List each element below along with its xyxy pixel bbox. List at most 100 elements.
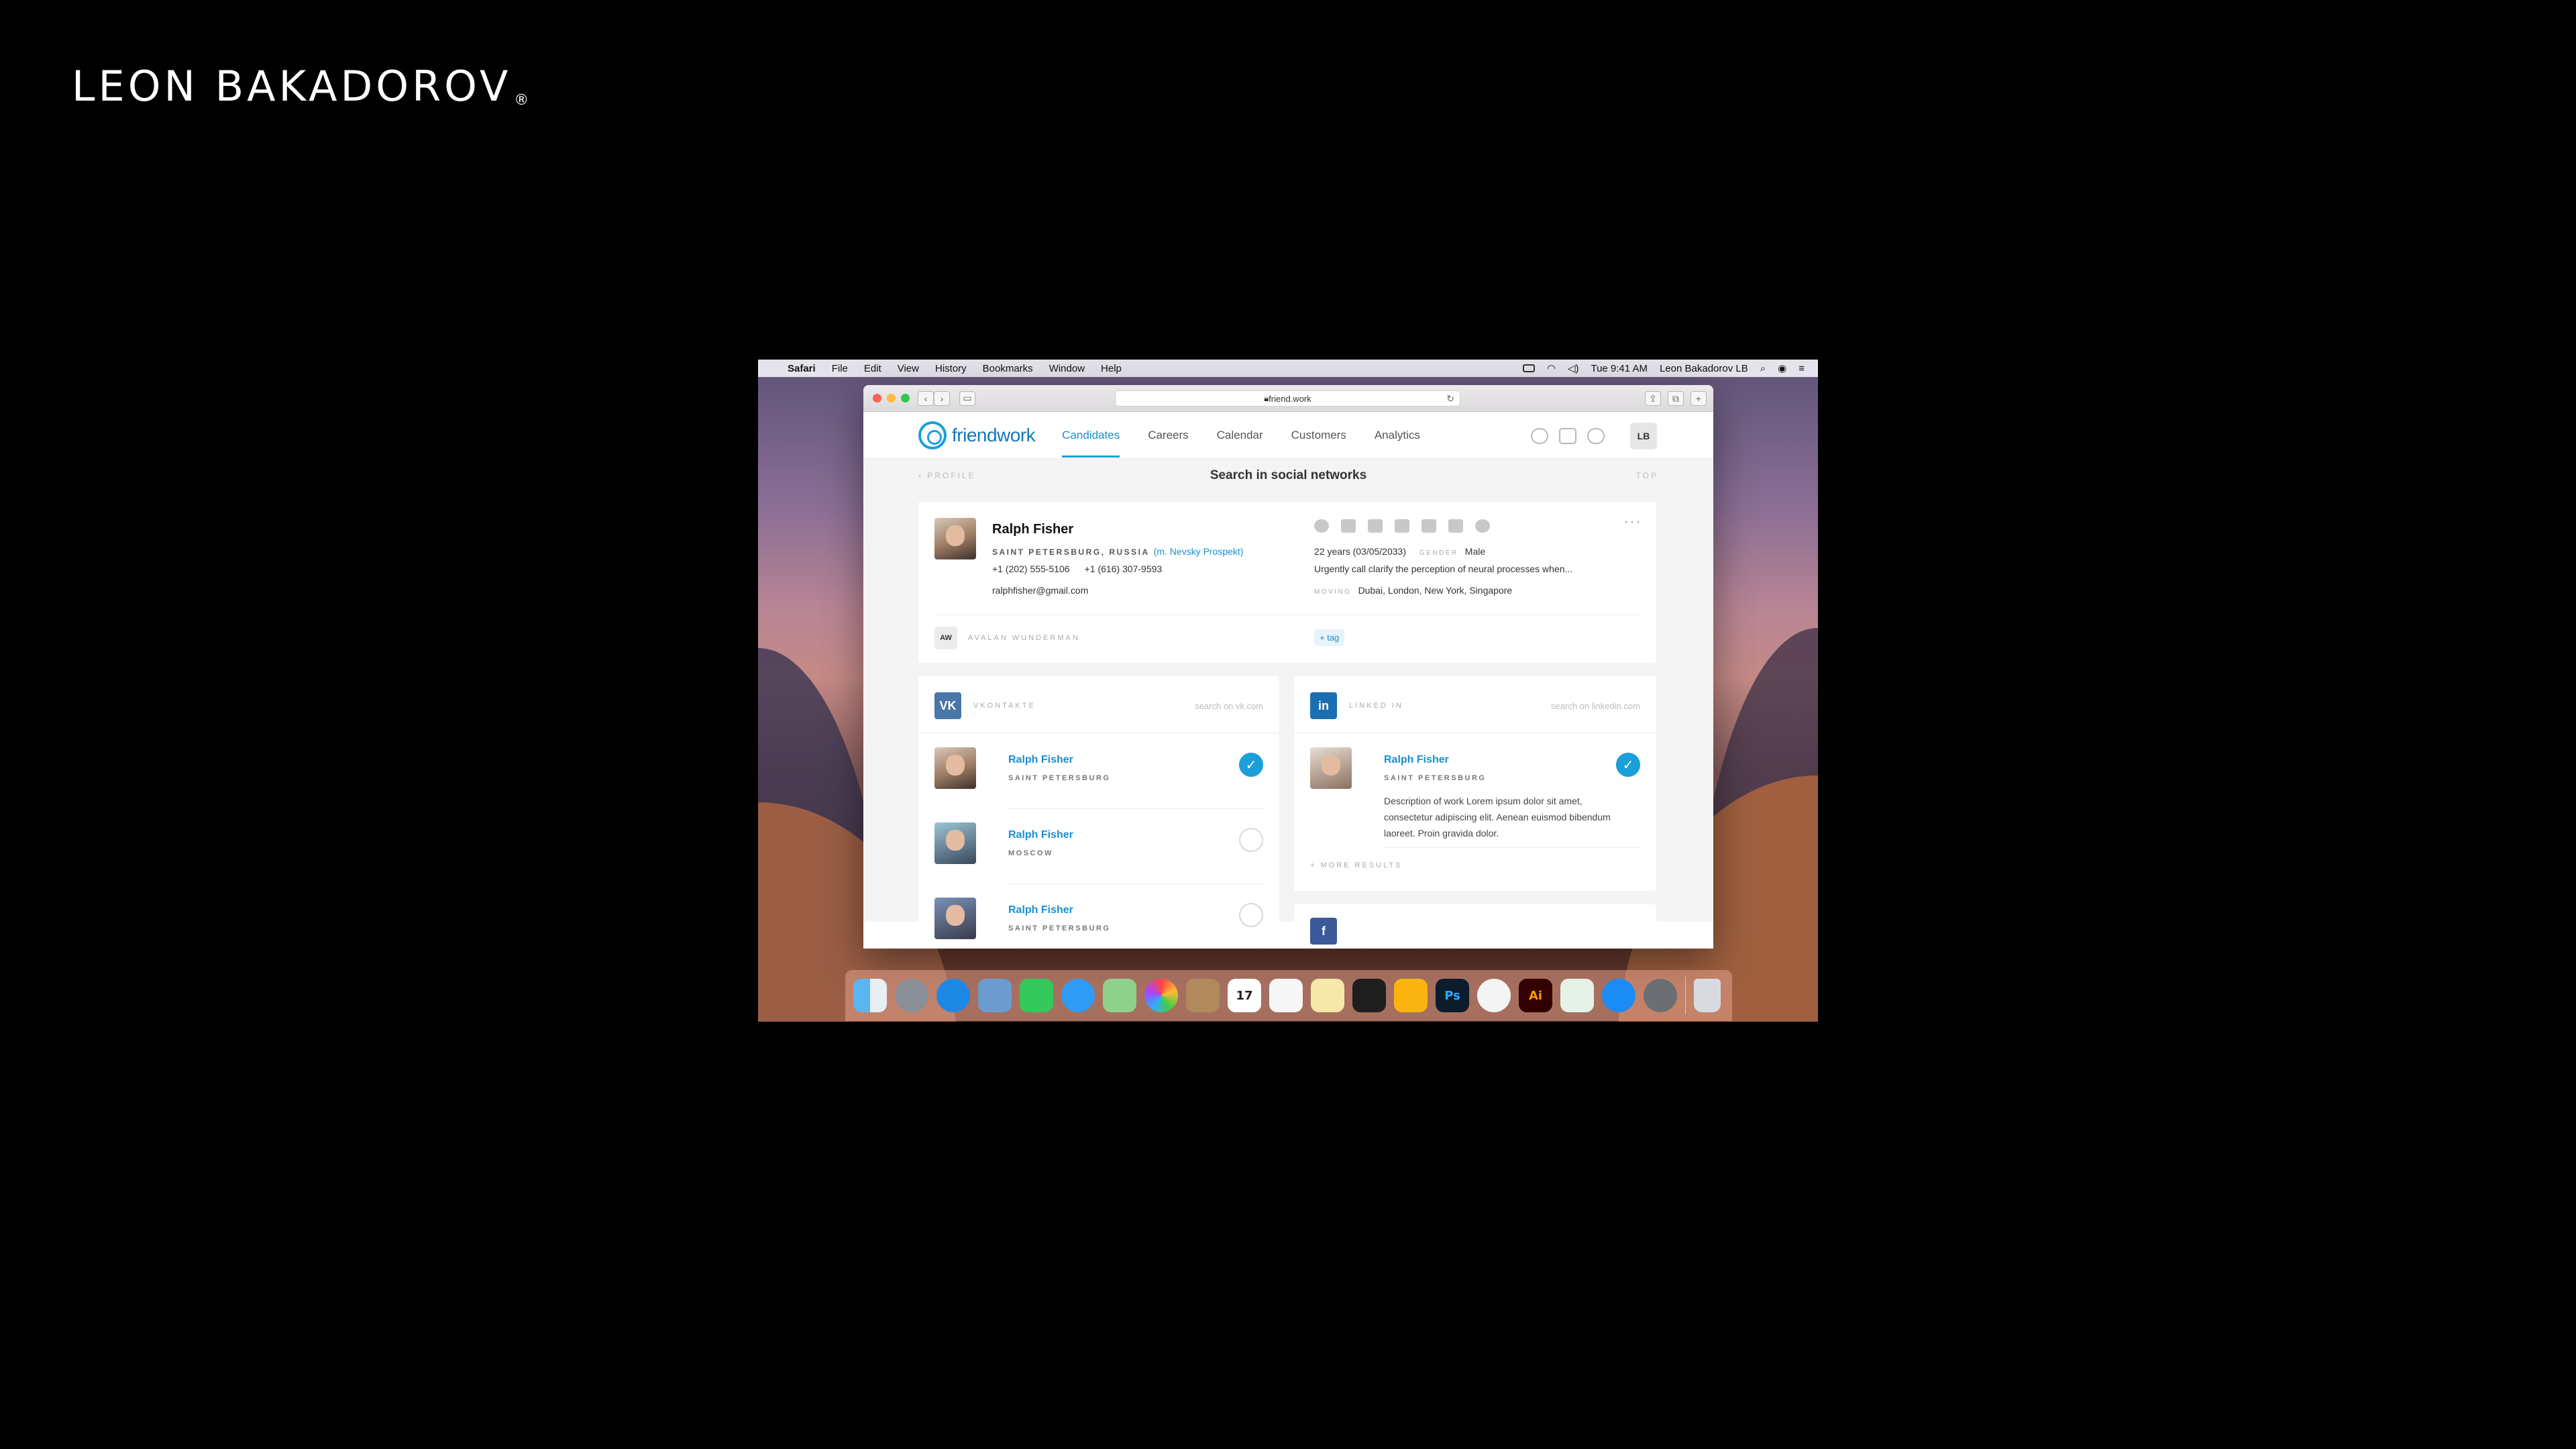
back-label: PROFILE — [927, 471, 976, 480]
chevron-left-icon: ‹ — [918, 471, 928, 480]
menu-history[interactable]: History — [935, 363, 967, 374]
vk-title: VKONTAKTE — [973, 702, 1036, 710]
vk-icon[interactable] — [1341, 519, 1356, 533]
zoom-window-button[interactable] — [901, 394, 910, 402]
back-arrow-icon[interactable]: ‹ — [918, 390, 934, 406]
result-name[interactable]: Ralph Fisher — [1384, 754, 1449, 766]
volume-icon[interactable]: ◁) — [1568, 362, 1579, 374]
add-tag-button[interactable]: + tag — [1314, 629, 1345, 646]
menu-window[interactable]: Window — [1049, 363, 1085, 374]
menu-file[interactable]: File — [832, 363, 848, 374]
sketch-icon[interactable] — [1394, 979, 1428, 1012]
list-item[interactable]: Ralph Fisher SAINT PETERSBURG Descriptio… — [1310, 734, 1640, 848]
settings-icon[interactable] — [1644, 979, 1677, 1012]
menubar-user[interactable]: Leon Bakadorov LB — [1660, 363, 1748, 374]
search-vk-link[interactable]: search on vk.com — [1195, 701, 1263, 711]
profile-about: Urgently call clarify the perception of … — [1314, 564, 1573, 574]
phone-2[interactable]: +1 (616) 307-9593 — [1085, 564, 1163, 574]
menubar-status: ◠ ◁) Tue 9:41 AM Leon Bakadorov LB ⌕ ◉ ≡ — [1522, 362, 1805, 374]
notes-icon[interactable] — [1311, 979, 1344, 1012]
moving-cities: Dubai, London, New York, Singapore — [1358, 585, 1513, 596]
finder-icon[interactable] — [853, 979, 887, 1012]
result-photo — [934, 747, 976, 789]
select-check-icon[interactable]: ✓ — [1239, 753, 1263, 777]
menu-view[interactable]: View — [898, 363, 919, 374]
menu-bookmarks[interactable]: Bookmarks — [983, 363, 1033, 374]
more-options-icon[interactable]: ··· — [1623, 513, 1642, 531]
chat-icon[interactable] — [1531, 428, 1548, 444]
nav-analytics[interactable]: Analytics — [1375, 412, 1420, 459]
photoshop-icon[interactable]: Ps — [1436, 979, 1469, 1012]
back-to-profile-link[interactable]: ‹ PROFILE — [918, 471, 976, 480]
spotlight-icon[interactable]: ⌕ — [1760, 363, 1766, 374]
linkedin-icon[interactable] — [1368, 519, 1383, 533]
airplay-icon[interactable] — [1522, 364, 1535, 372]
illustrator-icon[interactable]: Ai — [1519, 979, 1552, 1012]
music-icon[interactable] — [1477, 979, 1511, 1012]
user-avatar[interactable]: LB — [1630, 423, 1657, 449]
result-name[interactable]: Ralph Fisher — [1008, 904, 1073, 916]
preview-icon[interactable] — [978, 979, 1012, 1012]
brand-wordmark: LEON BAKADOROV ® — [72, 62, 529, 111]
launchpad-icon[interactable] — [895, 979, 928, 1012]
appstore-icon[interactable] — [1602, 979, 1635, 1012]
metro-link[interactable]: (m. Nevsky Prospekt) — [1154, 546, 1244, 557]
more-results-link[interactable]: + MORE RESULTS — [1310, 861, 1402, 869]
wifi-icon[interactable]: ◠ — [1547, 362, 1556, 374]
numbers-icon[interactable] — [1560, 979, 1594, 1012]
reminders-icon[interactable] — [1269, 979, 1303, 1012]
trash-icon[interactable] — [1694, 979, 1721, 1012]
result-photo — [1310, 747, 1352, 789]
close-window-button[interactable] — [873, 394, 881, 402]
profile-name: Ralph Fisher — [992, 522, 1074, 537]
friendwork-logo[interactable]: friendwork — [918, 421, 1036, 449]
google-plus-icon[interactable] — [1448, 519, 1463, 533]
list-item[interactable]: Ralph Fisher MOSCOW — [934, 809, 1263, 884]
select-check-icon[interactable] — [1239, 828, 1263, 852]
siri-icon[interactable]: ◉ — [1778, 362, 1786, 374]
search-linkedin-link[interactable]: search on linkedin.com — [1551, 701, 1640, 711]
document-icon[interactable] — [1559, 428, 1576, 444]
twitter-icon[interactable] — [1395, 519, 1409, 533]
facebook-logo-icon: f — [1310, 918, 1337, 945]
nav-careers[interactable]: Careers — [1148, 412, 1188, 459]
facebook-icon[interactable] — [1421, 519, 1436, 533]
tabs-icon[interactable]: ⧉ — [1668, 391, 1684, 406]
top-link[interactable]: TOP — [1636, 471, 1658, 480]
menu-edit[interactable]: Edit — [864, 363, 881, 374]
select-check-icon[interactable]: ✓ — [1616, 753, 1640, 777]
minimize-window-button[interactable] — [887, 394, 896, 402]
result-name[interactable]: Ralph Fisher — [1008, 754, 1073, 766]
maps-icon[interactable] — [1103, 979, 1136, 1012]
notification-center-icon[interactable]: ≡ — [1799, 363, 1805, 374]
list-item[interactable]: Ralph Fisher SAINT PETERSBURG — [934, 884, 1263, 949]
contacts-icon[interactable] — [1186, 979, 1220, 1012]
profile-email[interactable]: ralphfisher@gmail.com — [992, 585, 1088, 596]
facetime-icon[interactable] — [1020, 979, 1053, 1012]
messages-icon[interactable] — [1061, 979, 1095, 1012]
skype-icon[interactable] — [1475, 519, 1490, 533]
address-bar[interactable]: 🔒︎ friend.work ↻ — [1115, 390, 1460, 407]
result-city: SAINT PETERSBURG — [1008, 774, 1111, 782]
result-name[interactable]: Ralph Fisher — [1008, 829, 1073, 841]
menu-app-name[interactable]: Safari — [788, 363, 816, 374]
figma-icon[interactable] — [1352, 979, 1386, 1012]
photos-icon[interactable] — [1144, 979, 1178, 1012]
globe-icon[interactable] — [1314, 519, 1329, 533]
menu-help[interactable]: Help — [1101, 363, 1122, 374]
safari-icon[interactable] — [936, 979, 970, 1012]
nav-candidates[interactable]: Candidates — [1062, 412, 1120, 459]
reload-icon[interactable]: ↻ — [1446, 393, 1454, 405]
nav-calendar[interactable]: Calendar — [1217, 412, 1263, 459]
phone-1[interactable]: +1 (202) 555-5106 — [992, 564, 1070, 574]
nav-customers[interactable]: Customers — [1291, 412, 1346, 459]
select-check-icon[interactable] — [1239, 903, 1263, 927]
sidebar-toggle-icon[interactable]: ▭ — [959, 390, 975, 406]
list-item[interactable]: Ralph Fisher SAINT PETERSBURG ✓ — [934, 734, 1263, 809]
forward-arrow-icon[interactable]: › — [934, 390, 950, 406]
share-icon[interactable]: ⇪ — [1645, 391, 1661, 406]
cloud-upload-icon[interactable] — [1587, 428, 1605, 444]
menubar-clock[interactable]: Tue 9:41 AM — [1591, 363, 1648, 374]
new-tab-icon[interactable]: + — [1690, 391, 1707, 406]
calendar-icon[interactable]: 17 — [1228, 979, 1261, 1012]
